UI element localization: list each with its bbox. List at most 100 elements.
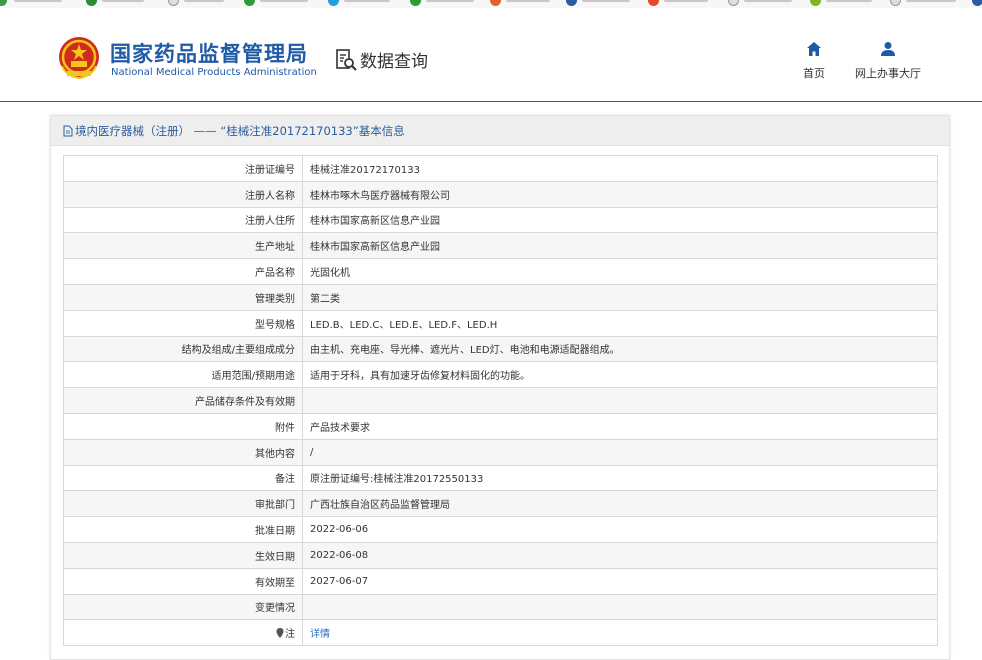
data-search-icon <box>336 48 357 71</box>
bookmark-item[interactable] <box>582 0 630 2</box>
table-row: 型号规格 LED.B、LED.C、LED.E、LED.F、LED.H <box>63 309 938 337</box>
field-value: 产品技术要求 <box>310 422 370 434</box>
bookmark-item[interactable] <box>344 0 390 2</box>
site-header: 国家药品监督管理局 National Medical Products Admi… <box>0 8 982 102</box>
home-icon <box>807 42 821 56</box>
nav-home[interactable]: 首页 <box>796 41 832 81</box>
field-label-cell: 审批部门 <box>63 490 303 518</box>
field-value-cell: 由主机、充电座、导光棒、遮光片、LED灯、电池和电源适配器组成。 <box>302 335 938 363</box>
field-value-cell <box>302 387 938 414</box>
bookmark-item[interactable] <box>260 0 308 2</box>
bookmark-favicon[interactable] <box>0 0 7 6</box>
field-value-cell: 原注册证编号:桂械注准20172550133 <box>302 464 938 492</box>
field-value: LED.B、LED.C、LED.E、LED.F、LED.H <box>310 319 498 331</box>
field-label-cell: 生效日期 <box>63 541 303 569</box>
bookmark-item[interactable] <box>906 0 956 2</box>
field-value: 2027-06-07 <box>310 575 369 587</box>
bookmark-item[interactable] <box>744 0 792 2</box>
field-label: 附件 <box>275 422 295 434</box>
bookmark-favicon[interactable] <box>410 0 421 6</box>
field-label: 变更情况 <box>255 603 295 615</box>
field-label: 适用范围/预期用途 <box>211 371 295 383</box>
details-link[interactable]: 详情 <box>310 629 330 640</box>
field-label: 生效日期 <box>255 551 295 563</box>
bookmark-favicon[interactable] <box>648 0 659 6</box>
panel-title: 境内医疗器械（注册） —— “桂械注准20172170133”基本信息 <box>75 123 405 138</box>
brand-name-cn[interactable]: 国家药品监督管理局 <box>110 38 308 68</box>
data-query-label: 数据查询 <box>360 52 428 72</box>
nav-online-service-hall-label: 网上办事大厅 <box>855 67 921 80</box>
bookmark-favicon[interactable] <box>810 0 821 6</box>
field-value-cell: / <box>302 438 938 466</box>
brand-name-en[interactable]: National Medical Products Administration <box>111 67 317 78</box>
data-query-title[interactable]: 数据查询 <box>334 47 428 72</box>
field-value: 2022-06-06 <box>310 524 369 536</box>
nav-home-label: 首页 <box>803 67 825 80</box>
field-label-cell: 结构及组成/主要组成成分 <box>63 335 303 363</box>
field-label: 其他内容 <box>255 448 295 460</box>
nav-online-service-hall[interactable]: 网上办事大厅 <box>852 41 924 81</box>
table-row: 注册人住所 桂林市国家高新区信息产业园 <box>63 206 938 234</box>
field-label: 批准日期 <box>255 526 295 538</box>
field-label-cell: 有效期至 <box>63 567 303 595</box>
field-value: 第二类 <box>310 293 340 305</box>
bookmark-favicon[interactable] <box>890 0 901 6</box>
field-label-cell: 批准日期 <box>63 516 303 543</box>
field-value-cell: 桂林市啄木鸟医疗器械有限公司 <box>302 180 938 208</box>
field-value-cell: LED.B、LED.C、LED.E、LED.F、LED.H <box>302 309 938 337</box>
table-row: 注册证编号 桂械注准20172170133 <box>63 155 938 182</box>
bookmark-item[interactable] <box>102 0 144 2</box>
field-label: 备注 <box>275 474 295 486</box>
bookmark-favicon[interactable] <box>244 0 255 6</box>
table-row: 审批部门 广西壮族自治区药品监督管理局 <box>63 490 938 518</box>
table-row: 产品储存条件及有效期 <box>63 387 938 414</box>
field-value-cell: 光固化机 <box>302 258 938 285</box>
field-value: 桂林市啄木鸟医疗器械有限公司 <box>310 190 450 202</box>
field-label-cell: 附件 <box>63 412 303 440</box>
field-value: 适用于牙科，具有加速牙齿修复材料固化的功能。 <box>310 371 530 383</box>
field-value: 原注册证编号:桂械注准20172550133 <box>310 474 484 486</box>
table-row: 注 详情 <box>63 619 938 647</box>
field-label: 审批部门 <box>255 500 295 512</box>
field-label-cell: 生产地址 <box>63 232 303 260</box>
field-label: 生产地址 <box>255 242 295 254</box>
field-value-cell: 桂械注准20172170133 <box>302 155 938 182</box>
field-label: 型号规格 <box>255 319 295 331</box>
detail-panel: 境内医疗器械（注册） —— “桂械注准20172170133”基本信息 注册证编… <box>50 115 950 660</box>
field-value-cell: 2027-06-07 <box>302 567 938 595</box>
field-label-cell: 注册人名称 <box>63 180 303 208</box>
field-value: 由主机、充电座、导光棒、遮光片、LED灯、电池和电源适配器组成。 <box>310 345 620 357</box>
bookmark-item[interactable] <box>14 0 62 2</box>
table-row: 批准日期 2022-06-06 <box>63 516 938 543</box>
field-value-cell: 第二类 <box>302 283 938 311</box>
field-label-cell: 管理类别 <box>63 283 303 311</box>
bookmark-item[interactable] <box>184 0 224 2</box>
bookmark-favicon[interactable] <box>328 0 339 6</box>
field-value-cell: 桂林市国家高新区信息产业园 <box>302 206 938 234</box>
table-row: 变更情况 <box>63 593 938 621</box>
field-label-cell: 变更情况 <box>63 593 303 621</box>
field-label-cell: 注 <box>63 619 303 647</box>
bookmark-item[interactable] <box>664 0 708 2</box>
bookmark-favicon[interactable] <box>728 0 739 6</box>
field-value-cell <box>302 593 938 621</box>
field-value: 桂林市国家高新区信息产业园 <box>310 216 440 228</box>
field-value-cell: 桂林市国家高新区信息产业园 <box>302 232 938 260</box>
bookmark-item[interactable] <box>506 0 550 2</box>
field-label-cell: 适用范围/预期用途 <box>63 361 303 389</box>
device-info-table: 注册证编号 桂械注准20172170133 注册人名称 桂林市啄木鸟医疗器械有限公司注… <box>63 155 938 647</box>
bookmark-favicon[interactable] <box>490 0 501 6</box>
bookmark-favicon[interactable] <box>566 0 577 6</box>
field-value: / <box>310 446 314 458</box>
field-label: 管理类别 <box>255 293 295 305</box>
national-emblem-icon[interactable] <box>58 36 100 80</box>
field-label-cell: 产品储存条件及有效期 <box>63 387 303 414</box>
bookmark-favicon[interactable] <box>972 0 982 6</box>
bookmark-item[interactable] <box>426 0 474 2</box>
table-row: 附件 产品技术要求 <box>63 412 938 440</box>
bookmark-favicon[interactable] <box>86 0 97 6</box>
bookmark-item[interactable] <box>826 0 872 2</box>
pin-icon <box>276 628 284 639</box>
bookmark-favicon[interactable] <box>168 0 179 6</box>
table-row: 有效期至 2027-06-07 <box>63 567 938 595</box>
